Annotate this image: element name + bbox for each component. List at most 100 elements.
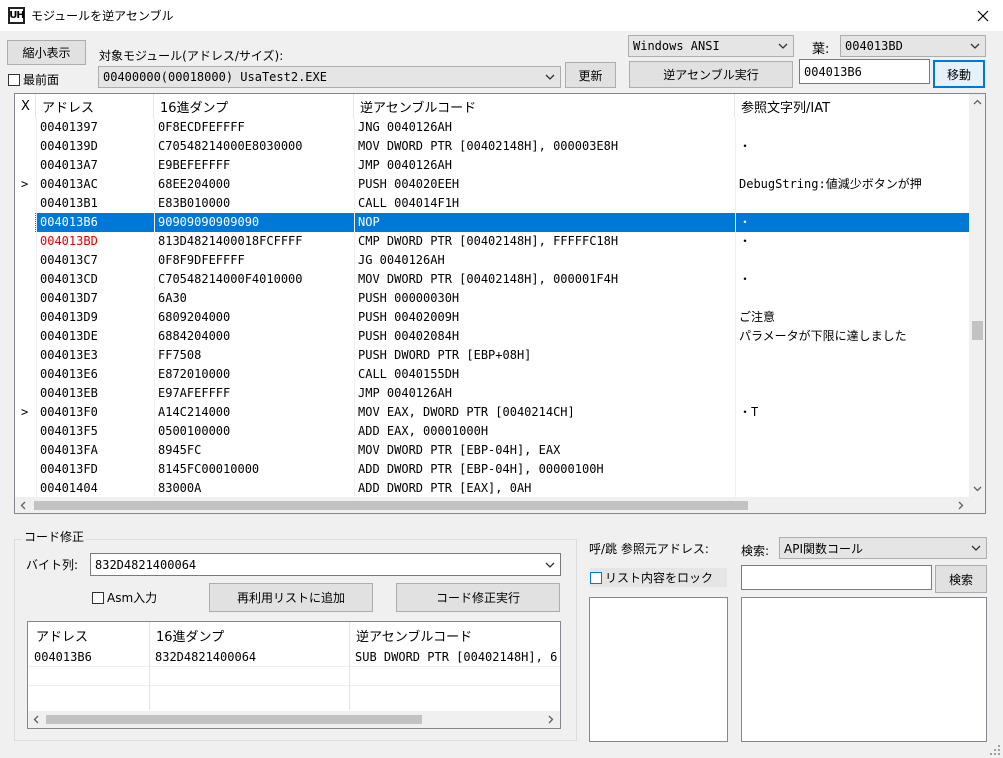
- table-row[interactable]: >004013F0 A14C214000 MOV EAX, DWORD PTR [0…: [15, 403, 970, 422]
- row-hex: E872010000: [158, 367, 231, 381]
- table-row[interactable]: 00401404 83000A ADD DWORD PTR [EAX], 0AH: [15, 479, 970, 498]
- lock-list-checkbox[interactable]: リスト内容をロック: [590, 568, 727, 587]
- code-patch-group-label: コード修正: [22, 528, 87, 545]
- table-row[interactable]: 004013E3 FF7508 PUSH DWORD PTR [EBP+08H]: [15, 346, 970, 365]
- xref-list[interactable]: [589, 597, 728, 742]
- patch-horizontal-scrollbar[interactable]: [28, 711, 560, 728]
- patch-column-hex[interactable]: 16進ダンプ: [156, 626, 224, 645]
- scroll-up-icon[interactable]: [972, 97, 983, 108]
- table-row[interactable]: 004013DE 6884204000 PUSH 00402084H パラメータが下限…: [15, 327, 970, 346]
- table-row[interactable]: 004013B1 E83B010000 CALL 004014F1H: [15, 194, 970, 213]
- scroll-left-icon[interactable]: [18, 500, 29, 511]
- table-row[interactable]: 004013C7 0F8F9DFEFFFF JG 0040126AH: [15, 251, 970, 270]
- table-row[interactable]: 004013FD 8145FC00010000 ADD DWORD PTR [EBP…: [15, 460, 970, 479]
- asm-input-checkbox-box[interactable]: [92, 591, 104, 604]
- chevron-down-icon: [970, 43, 980, 49]
- vertical-scrollbar[interactable]: [969, 94, 985, 497]
- topmost-checkbox[interactable]: 最前面: [8, 71, 59, 88]
- scroll-right-icon[interactable]: [545, 714, 556, 725]
- row-x-marker: [15, 327, 36, 346]
- row-code: ADD DWORD PTR [EAX], 0AH: [358, 481, 532, 495]
- table-row[interactable]: 0040139D C70548214000E8030000 MOV DWORD PT…: [15, 137, 970, 156]
- apply-patch-button[interactable]: コード修正実行: [396, 583, 560, 612]
- patch-row-line: [28, 685, 560, 686]
- column-header-code[interactable]: 逆アセンブルコード: [354, 94, 735, 118]
- table-row[interactable]: 004013CD C70548214000F4010000 MOV DWORD PT…: [15, 270, 970, 289]
- chevron-down-icon: [545, 562, 555, 568]
- goto-button[interactable]: 移動: [933, 60, 985, 88]
- column-header-ref[interactable]: 参照文字列/IAT: [735, 94, 975, 118]
- row-ref: ・: [739, 215, 752, 229]
- table-row[interactable]: 004013F5 0500100000 ADD EAX, 00001000H: [15, 422, 970, 441]
- search-type-select[interactable]: API関数コール: [779, 537, 987, 559]
- disassemble-button[interactable]: 逆アセンブル実行: [629, 61, 793, 88]
- scroll-left-icon[interactable]: [31, 714, 42, 725]
- patch-list[interactable]: アドレス 16進ダンプ 逆アセンブルコード 004013B6 832D48214…: [27, 621, 561, 729]
- add-to-reuse-list-button[interactable]: 再利用リストに追加: [209, 583, 373, 612]
- bytes-input[interactable]: 832D4821400064: [90, 553, 561, 576]
- refresh-button[interactable]: 更新: [565, 62, 616, 88]
- row-ref: ご注意: [739, 310, 776, 324]
- row-address: 004013BD: [40, 234, 98, 248]
- close-icon[interactable]: [966, 3, 1000, 29]
- module-select[interactable]: 00400000(00018000) UsaTest2.EXE: [98, 66, 561, 88]
- table-row[interactable]: 004013B6 90909090909090 NOP ・: [15, 213, 970, 232]
- goto-address-input[interactable]: 004013B6: [799, 59, 930, 84]
- lock-list-checkbox-box[interactable]: [590, 571, 602, 584]
- search-input[interactable]: [741, 565, 932, 590]
- row-address: 004013FA: [40, 443, 98, 457]
- row-ref: [735, 156, 969, 175]
- resize-grip-icon[interactable]: [989, 744, 1001, 756]
- leaf-select-value: 004013BD: [845, 39, 903, 53]
- table-row[interactable]: 004013EB E97AFEFFFF JMP 0040126AH: [15, 384, 970, 403]
- row-code: PUSH 004020EEH: [358, 177, 460, 191]
- table-row[interactable]: 004013D9 6809204000 PUSH 00402009H ご注意: [15, 308, 970, 327]
- asm-input-checkbox[interactable]: Asm入力: [92, 589, 157, 606]
- row-ref: パラメータが下限に達しました: [739, 329, 907, 343]
- topmost-checkbox-box[interactable]: [8, 73, 20, 86]
- table-row[interactable]: 00401397 0F8ECDFEFFFF JNG 0040126AH: [15, 118, 970, 137]
- patch-scroll-thumb[interactable]: [46, 715, 422, 724]
- scroll-right-icon[interactable]: [955, 500, 966, 511]
- column-divider: [354, 118, 355, 498]
- row-ref: ・: [739, 139, 752, 153]
- asm-input-label: Asm入力: [107, 591, 158, 605]
- row-ref: [735, 479, 969, 498]
- row-code: MOV EAX, DWORD PTR [0040214CH]: [358, 405, 575, 419]
- table-row[interactable]: 004013D7 6A30 PUSH 00000030H: [15, 289, 970, 308]
- vertical-scroll-thumb[interactable]: [972, 321, 983, 340]
- row-hex: 90909090909090: [158, 215, 260, 229]
- row-hex: C70548214000E8030000: [158, 139, 303, 153]
- row-x-marker: [15, 384, 36, 403]
- row-address: 004013D7: [40, 291, 98, 305]
- horizontal-scroll-thumb[interactable]: [34, 501, 748, 510]
- disassembly-table[interactable]: X アドレス 16進ダンプ 逆アセンブルコード 参照文字列/IAT 004013…: [14, 93, 986, 514]
- row-x-marker: [15, 118, 36, 137]
- search-results-list[interactable]: [741, 597, 987, 742]
- horizontal-scrollbar[interactable]: [15, 497, 985, 513]
- table-row[interactable]: 004013E6 E872010000 CALL 0040155DH: [15, 365, 970, 384]
- table-row[interactable]: 004013FA 8945FC MOV DWORD PTR [EBP-04H], E…: [15, 441, 970, 460]
- column-header-x[interactable]: X: [15, 94, 36, 118]
- shrink-view-button[interactable]: 縮小表示: [7, 40, 86, 65]
- scroll-down-icon[interactable]: [972, 483, 983, 494]
- row-address: 004013D9: [40, 310, 98, 324]
- row-ref: [735, 289, 969, 308]
- row-x-marker: >: [21, 405, 29, 419]
- row-hex: 0500100000: [158, 424, 231, 438]
- patch-column-code[interactable]: 逆アセンブルコード: [356, 626, 472, 645]
- row-ref: [735, 460, 969, 479]
- search-button[interactable]: 検索: [935, 565, 987, 593]
- column-header-hex[interactable]: 16進ダンプ: [154, 94, 354, 118]
- column-header-address[interactable]: アドレス: [36, 94, 154, 118]
- row-x-marker: [15, 156, 36, 175]
- encoding-select[interactable]: Windows ANSI: [628, 35, 794, 57]
- patch-column-address[interactable]: アドレス: [36, 626, 88, 645]
- table-row[interactable]: >004013AC 68EE204000 PUSH 004020EEH DebugSt…: [15, 175, 970, 194]
- table-row[interactable]: 004013BD 813D4821400018FCFFFF CMP DWORD PT…: [15, 232, 970, 251]
- table-row[interactable]: 004013B6 832D4821400064 SUB DWORD PTR [0…: [28, 649, 560, 666]
- row-x-marker: [15, 251, 36, 270]
- column-divider: [36, 118, 37, 498]
- leaf-select[interactable]: 004013BD: [840, 35, 986, 57]
- table-row[interactable]: 004013A7 E9BEFEFFFF JMP 0040126AH: [15, 156, 970, 175]
